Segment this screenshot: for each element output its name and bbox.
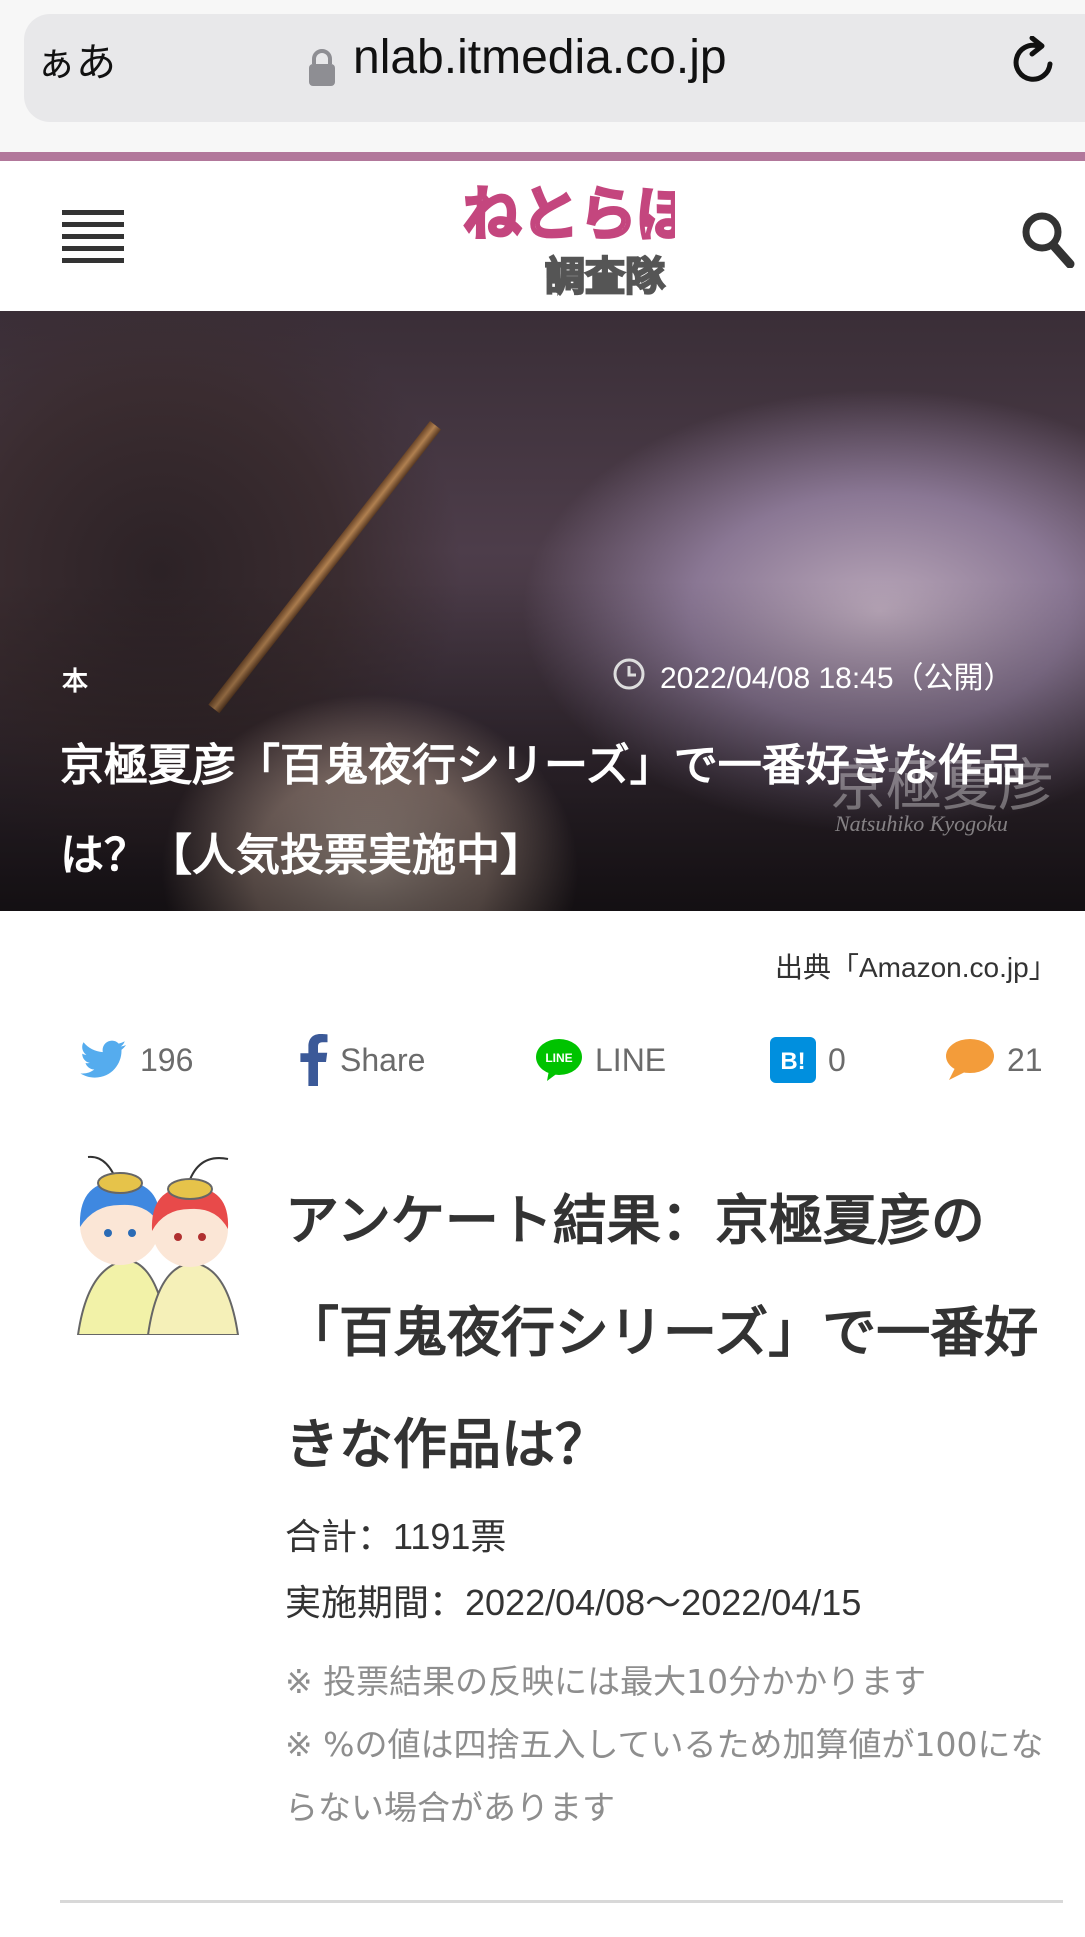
- vote-total: 合計：1191票: [285, 1516, 507, 1557]
- category-label[interactable]: 本: [62, 661, 88, 698]
- note-rounding: ※ %の値は四捨五入しているため加算値が100にならない場合があります: [285, 1725, 1044, 1827]
- facebook-label: Share: [340, 1041, 426, 1078]
- hero-image[interactable]: 京極夏彦 Natsuhiko Kyogoku 本 2022/04/08 18:4…: [0, 311, 1085, 911]
- site-logo[interactable]: ねとらぼ 調査隊: [455, 172, 676, 302]
- comment-count: 21: [1007, 1041, 1043, 1078]
- url-text[interactable]: nlab.itmedia.co.jp: [353, 30, 727, 85]
- survey-period: 実施期間：2022/04/08～2022/04/15: [285, 1582, 862, 1623]
- hatena-bookmark-button[interactable]: B! 0: [770, 1030, 846, 1090]
- facebook-share-button[interactable]: Share: [300, 1030, 425, 1090]
- twitter-count: 196: [140, 1041, 194, 1078]
- svg-text:LINE: LINE: [545, 1051, 572, 1065]
- hatena-count: 0: [828, 1041, 846, 1078]
- text-size-button[interactable]: ぁあ: [36, 30, 116, 88]
- survey-title: アンケート結果：京極夏彦の「百鬼夜行シリーズ」で一番好きな作品は？: [285, 1189, 1039, 1476]
- lock-icon: [309, 49, 335, 86]
- twitter-icon: [80, 1040, 126, 1078]
- menu-icon[interactable]: [62, 208, 124, 270]
- hatena-bookmark-icon: B!: [770, 1037, 816, 1083]
- line-label: LINE: [595, 1041, 667, 1078]
- comment-button[interactable]: 21: [945, 1030, 1043, 1090]
- section-divider: [60, 1900, 1063, 1903]
- twitter-share-button[interactable]: 196: [80, 1030, 193, 1090]
- article-title: 京極夏彦「百鬼夜行シリーズ」で一番好きな作品は？【人気投票実施中】: [60, 740, 1026, 881]
- facebook-icon: [300, 1034, 328, 1086]
- accent-line: [0, 152, 1085, 161]
- line-share-button[interactable]: LINE LINE: [535, 1030, 666, 1090]
- search-icon[interactable]: [1020, 210, 1075, 268]
- logo-sub-text: 調査隊: [545, 254, 665, 300]
- reload-icon[interactable]: [1008, 36, 1060, 88]
- comment-icon: [946, 1039, 994, 1080]
- note-reflection-delay: ※ 投票結果の反映には最大10分かかります: [285, 1662, 927, 1701]
- svg-text:B!: B!: [780, 1048, 805, 1075]
- image-source: 出典「Amazon.co.jp」: [775, 952, 1057, 983]
- logo-main-text: ねとらぼ: [463, 180, 675, 248]
- mascot-image: [76, 1155, 240, 1335]
- publish-date: 2022/04/08 18:45（公開）: [660, 662, 1014, 695]
- clock-icon: [613, 658, 645, 690]
- line-icon: LINE: [536, 1039, 582, 1081]
